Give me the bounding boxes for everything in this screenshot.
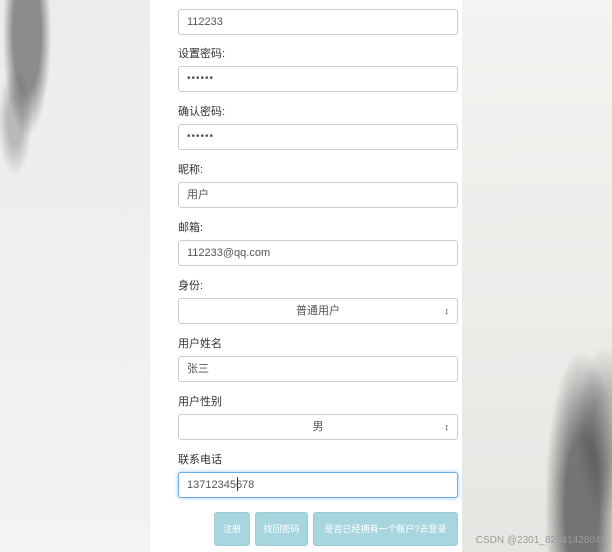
real-name-input[interactable]: 张三	[178, 356, 458, 382]
background-right-painting	[462, 0, 612, 552]
background-left-painting	[0, 0, 150, 552]
email-input[interactable]: 112233@qq.com	[178, 240, 458, 266]
sort-updown-icon: ↕	[444, 422, 450, 432]
text-cursor-icon	[237, 477, 238, 491]
identity-select[interactable]: 普通用户 ↕	[178, 298, 458, 324]
go-to-login-button[interactable]: 是否已经拥有一个账户?去登录	[313, 512, 458, 546]
real-name-label: 用户姓名	[178, 338, 222, 350]
phone-input[interactable]: 13712345678	[178, 472, 458, 498]
password-input[interactable]: ••••••	[178, 66, 458, 92]
nickname-label: 昵称:	[178, 164, 204, 176]
identity-label: 身份:	[178, 280, 204, 292]
csdn-watermark: CSDN @2301_82241428046	[475, 535, 606, 546]
phone-label: 联系电话	[178, 454, 222, 466]
password-label: 设置密码:	[178, 48, 226, 60]
confirm-password-label: 确认密码:	[178, 106, 226, 118]
email-label: 邮箱:	[178, 222, 204, 234]
register-button[interactable]: 注册	[214, 512, 250, 546]
gender-select-value: 男	[312, 421, 324, 433]
gender-label: 用户性别	[178, 396, 222, 408]
gender-select[interactable]: 男 ↕	[178, 414, 458, 440]
forgot-password-button[interactable]: 找回密码	[255, 512, 308, 546]
identity-select-value: 普通用户	[296, 305, 340, 317]
username-input[interactable]: 112233	[178, 9, 458, 35]
sort-updown-icon: ↕	[444, 306, 450, 316]
confirm-password-input[interactable]: ••••••	[178, 124, 458, 150]
nickname-input[interactable]: 用户	[178, 182, 458, 208]
